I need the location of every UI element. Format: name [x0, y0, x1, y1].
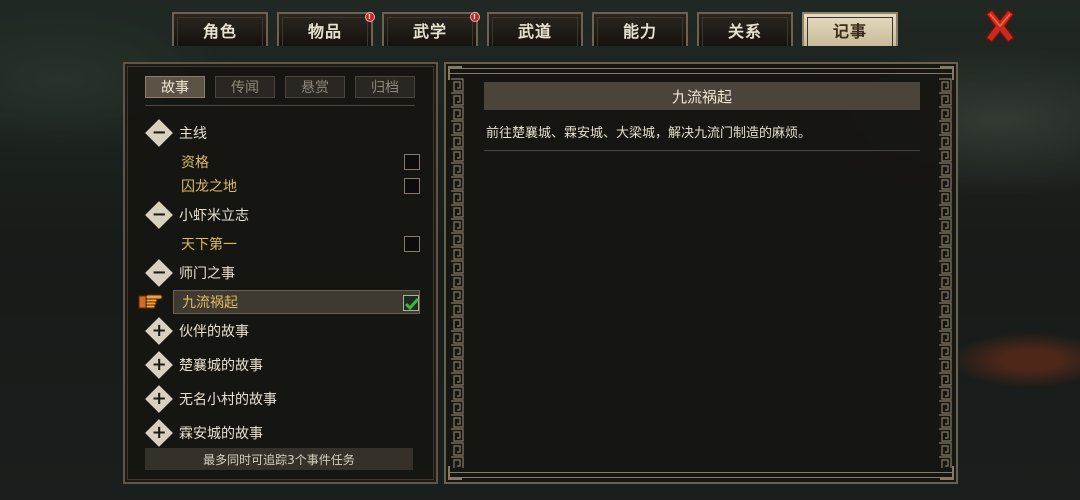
tab-6[interactable]: 记事 [802, 12, 898, 46]
collapse-icon[interactable]: − [145, 201, 173, 229]
story-group-title: 霖安城的故事 [179, 426, 263, 442]
quest-detail-panel: 九流祸起 前往楚襄城、霖安城、大梁城，解决九流门制造的麻烦。 [444, 62, 958, 484]
tab-4[interactable]: 能力 [592, 12, 688, 46]
expand-icon[interactable]: + [145, 385, 173, 413]
subtab-0[interactable]: 故事 [145, 76, 205, 98]
quest-name: 囚龙之地 [181, 179, 237, 195]
story-group-title: 主线 [179, 126, 207, 142]
quest-title: 九流祸起 [484, 82, 920, 110]
fret-border-right [938, 78, 952, 468]
quest-description: 前往楚襄城、霖安城、大梁城，解决九流门制造的麻烦。 [486, 126, 812, 141]
quest-item[interactable]: 资格 [145, 150, 420, 174]
subtab-2[interactable]: 悬赏 [285, 76, 345, 98]
expand-icon[interactable]: + [145, 419, 173, 447]
toggle-glyph: + [151, 388, 167, 409]
tab-0[interactable]: 角色 [172, 12, 268, 46]
tab-3[interactable]: 武道 [487, 12, 583, 46]
quest-name: 资格 [181, 155, 209, 171]
subtab-3[interactable]: 归档 [355, 76, 415, 98]
quest-item[interactable]: 天下第一 [145, 232, 420, 256]
checkmark-icon [404, 298, 420, 311]
category-tabs: 角色 物品! 武学! 武道 能力 关系 记事 [172, 12, 907, 46]
story-group-title: 小虾米立志 [179, 208, 249, 224]
toggle-glyph: − [151, 262, 167, 283]
tab-1[interactable]: 物品! [277, 12, 375, 46]
close-icon [984, 8, 1016, 44]
collapse-icon[interactable]: − [145, 119, 173, 147]
story-group[interactable]: − 小虾米立志 [145, 198, 420, 232]
quest-name: 九流祸起 [182, 295, 238, 311]
track-checkbox[interactable] [404, 178, 420, 194]
toggle-glyph: − [151, 122, 167, 143]
toggle-glyph: + [151, 422, 167, 443]
tracking-limit-note: 最多同时可追踪3个事件任务 [145, 448, 413, 470]
tab-label: 物品 [307, 22, 342, 41]
pointing-hand-icon [138, 292, 164, 312]
close-button[interactable] [982, 8, 1018, 44]
divider [484, 150, 920, 151]
expand-icon[interactable]: + [145, 351, 173, 379]
story-group[interactable]: + 楚襄城的故事 [145, 348, 420, 382]
story-group[interactable]: + 无名小村的故事 [145, 382, 420, 416]
quest-item[interactable]: 九流祸起 [138, 290, 420, 314]
notification-badge-icon: ! [470, 12, 480, 22]
track-checkbox[interactable] [404, 236, 420, 252]
story-group[interactable]: + 伙伴的故事 [145, 314, 420, 348]
story-subtabs: 故事 传闻 悬赏 归档 [145, 76, 415, 98]
tab-label: 武学 [412, 22, 447, 41]
story-group-title: 无名小村的故事 [179, 392, 277, 408]
divider [145, 105, 415, 106]
story-list-panel: 故事 传闻 悬赏 归档 − 主线 资格 囚龙之地 − 小虾米立志 天下第一 − 师门之事 九流祸起 + 伙伴… [123, 62, 438, 484]
tab-label: 关系 [727, 22, 762, 41]
story-tree: − 主线 资格 囚龙之地 − 小虾米立志 天下第一 − 师门之事 九流祸起 + 伙伴的故事 + 楚襄城的故… [138, 116, 420, 450]
tab-2[interactable]: 武学! [382, 12, 480, 46]
tab-label: 角色 [202, 22, 237, 41]
collapse-icon[interactable]: − [145, 259, 173, 287]
tab-5[interactable]: 关系 [697, 12, 793, 46]
subtab-1[interactable]: 传闻 [215, 76, 275, 98]
toggle-glyph: + [151, 320, 167, 341]
story-group[interactable]: − 师门之事 [145, 256, 420, 290]
quest-name: 天下第一 [181, 237, 237, 253]
tab-label: 武道 [517, 22, 552, 41]
track-checkbox[interactable] [403, 295, 420, 311]
expand-icon[interactable]: + [145, 317, 173, 345]
story-group-title: 师门之事 [179, 266, 235, 282]
fret-border-left [450, 78, 464, 468]
tab-label: 能力 [622, 22, 657, 41]
tab-label: 记事 [832, 22, 867, 41]
notification-badge-icon: ! [365, 12, 375, 22]
track-checkbox[interactable] [404, 154, 420, 170]
story-group[interactable]: − 主线 [145, 116, 420, 150]
toggle-glyph: + [151, 354, 167, 375]
story-group-title: 楚襄城的故事 [179, 358, 263, 374]
frame-bottom-band [450, 472, 952, 478]
quest-item[interactable]: 囚龙之地 [145, 174, 420, 198]
toggle-glyph: − [151, 204, 167, 225]
frame-top-band [450, 68, 952, 74]
story-group[interactable]: + 霖安城的故事 [145, 416, 420, 450]
story-group-title: 伙伴的故事 [179, 324, 249, 340]
